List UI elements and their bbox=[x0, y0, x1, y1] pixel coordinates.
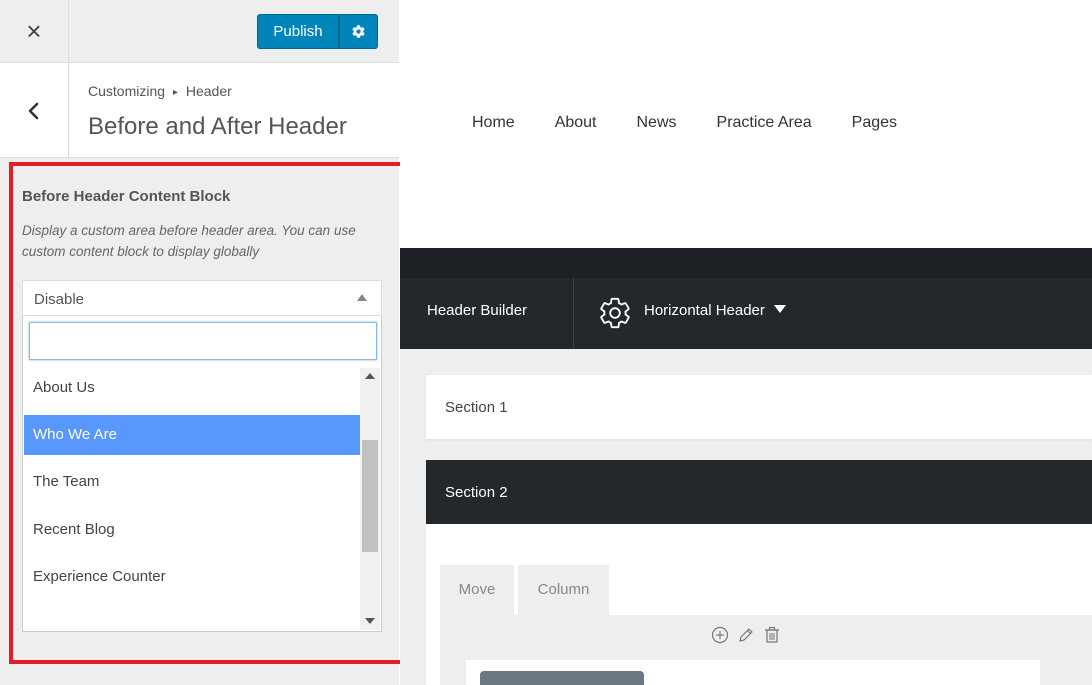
breadcrumb-separator-icon: ▸ bbox=[172, 87, 178, 98]
dropdown-results: About Us Who We Are The Team Recent Blog… bbox=[24, 368, 360, 630]
content-block-select[interactable]: Disable bbox=[22, 280, 382, 316]
column-inner bbox=[466, 660, 1040, 685]
section-2-label: Section 2 bbox=[445, 484, 508, 501]
dropdown-scrollbar[interactable] bbox=[360, 368, 380, 630]
header-builder-body: Section 1 Section 2 Move Column bbox=[400, 349, 1092, 685]
close-customizer-button[interactable]: × bbox=[0, 0, 69, 63]
column-actions bbox=[710, 625, 782, 645]
scroll-up-icon[interactable] bbox=[365, 373, 375, 379]
close-icon: × bbox=[26, 16, 42, 46]
dropdown-search-input[interactable] bbox=[29, 322, 377, 360]
chevron-up-icon bbox=[357, 294, 367, 301]
dropdown-option-about-us[interactable]: About Us bbox=[24, 368, 360, 408]
section-2-body: Move Column bbox=[426, 524, 1092, 685]
gear-icon[interactable] bbox=[598, 296, 632, 330]
publish-button[interactable]: Publish bbox=[257, 14, 339, 49]
nav-link-about[interactable]: About bbox=[555, 114, 597, 132]
publish-settings-button[interactable] bbox=[339, 14, 378, 49]
tab-move[interactable]: Move bbox=[440, 565, 514, 615]
chevron-left-icon bbox=[28, 102, 39, 119]
builder-section-1[interactable]: Section 1 bbox=[426, 375, 1092, 439]
breadcrumb: Customizing ▸ Header bbox=[88, 83, 232, 99]
trash-icon[interactable] bbox=[762, 625, 782, 645]
section-1-label: Section 1 bbox=[445, 399, 508, 416]
nav-link-home[interactable]: Home bbox=[472, 114, 515, 132]
site-navigation: Home About News Practice Area Pages bbox=[472, 114, 897, 132]
dropdown-option-the-team[interactable]: The Team bbox=[24, 462, 360, 502]
scrollbar-thumb[interactable] bbox=[362, 440, 378, 552]
breadcrumb-root: Customizing bbox=[88, 83, 166, 99]
section-header: Customizing ▸ Header Before and After He… bbox=[0, 63, 399, 158]
pencil-icon[interactable] bbox=[736, 625, 756, 645]
nav-link-news[interactable]: News bbox=[637, 114, 677, 132]
customizer-sidebar: × Publish Customizing ▸ Header Before an… bbox=[0, 0, 417, 685]
header-builder-strip bbox=[400, 248, 1092, 278]
control-label: Before Header Content Block bbox=[22, 188, 231, 205]
builder-divider bbox=[573, 278, 574, 349]
header-builder-bar: Header Builder Horizontal Header bbox=[400, 278, 1092, 349]
scroll-down-icon[interactable] bbox=[365, 618, 375, 624]
gear-icon bbox=[352, 25, 365, 38]
caret-down-icon bbox=[773, 305, 786, 313]
dropdown-option-experience-counter[interactable]: Experience Counter bbox=[24, 557, 360, 597]
breadcrumb-current: Header bbox=[185, 83, 232, 99]
nav-link-practice-area[interactable]: Practice Area bbox=[717, 114, 812, 132]
customizer-topbar: × Publish bbox=[0, 0, 399, 63]
header-layout-select[interactable]: Horizontal Header bbox=[644, 302, 786, 319]
builder-section-2[interactable]: Section 2 bbox=[426, 460, 1092, 524]
back-button[interactable] bbox=[0, 63, 69, 158]
select-current-value: Disable bbox=[34, 291, 85, 308]
column-widget[interactable] bbox=[480, 671, 644, 685]
before-header-control: Before Header Content Block Display a cu… bbox=[0, 158, 399, 685]
tab-column[interactable]: Column bbox=[518, 565, 609, 615]
nav-link-pages[interactable]: Pages bbox=[852, 114, 897, 132]
control-description: Display a custom area before header area… bbox=[22, 223, 356, 259]
column-area bbox=[440, 615, 1092, 685]
header-builder-title: Header Builder bbox=[427, 302, 528, 319]
site-preview: Home About News Practice Area Pages Head… bbox=[400, 0, 1092, 685]
panel-title: Before and After Header bbox=[88, 113, 347, 140]
dropdown-option-recent-blog[interactable]: Recent Blog bbox=[24, 510, 360, 550]
add-icon[interactable] bbox=[710, 625, 730, 645]
select-dropdown: About Us Who We Are The Team Recent Blog… bbox=[22, 316, 382, 632]
dropdown-option-who-we-are[interactable]: Who We Are bbox=[24, 415, 360, 455]
header-layout-label: Horizontal Header bbox=[644, 302, 765, 319]
